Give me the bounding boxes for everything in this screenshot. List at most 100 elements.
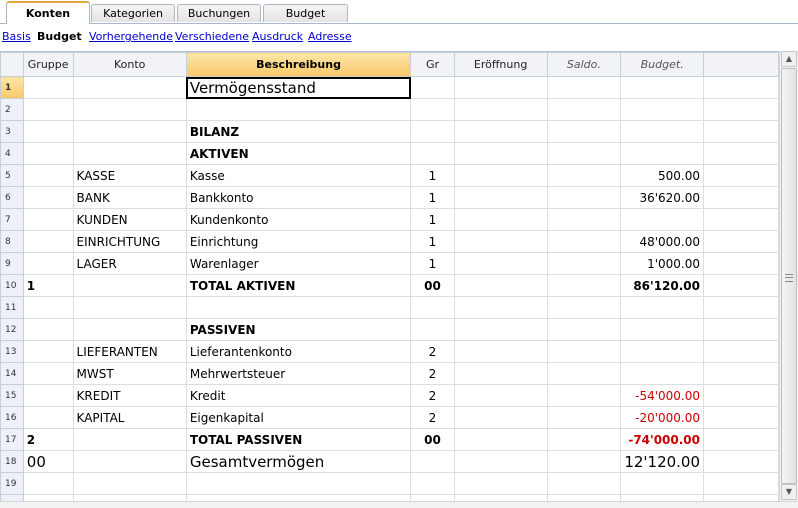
column-header-gruppe[interactable]: Gruppe (22, 52, 74, 77)
row-number[interactable]: 13 (0, 340, 24, 363)
cell-saldo[interactable] (546, 274, 622, 297)
tab-konten[interactable]: Konten (6, 1, 90, 24)
tab-buchungen[interactable]: Buchungen (177, 4, 261, 22)
cell-konto[interactable]: KUNDEN (72, 208, 187, 231)
cell-saldo[interactable] (546, 384, 622, 407)
cell-gr[interactable]: 1 (410, 186, 455, 209)
cell-eroeffnung[interactable] (453, 164, 548, 187)
cell-saldo[interactable] (546, 318, 622, 341)
cell-gr[interactable]: 1 (410, 164, 455, 187)
row-number[interactable]: 9 (0, 252, 24, 275)
cell-gruppe[interactable]: 1 (22, 274, 74, 297)
cell-gr[interactable]: 2 (410, 362, 455, 385)
column-header-saldo[interactable]: Saldo. (546, 52, 622, 77)
cell-budget[interactable]: 500.00 (620, 164, 705, 187)
row-number[interactable]: 4 (0, 142, 24, 165)
cell-budget[interactable] (620, 98, 705, 121)
cell-gruppe[interactable] (22, 208, 74, 231)
cell-gr[interactable] (410, 472, 455, 495)
cell-eroeffnung[interactable] (453, 318, 548, 341)
cell-beschreibung[interactable]: BILANZ (185, 120, 412, 143)
view-link-adresse[interactable]: Adresse (308, 30, 352, 43)
row-number[interactable]: 2 (0, 98, 24, 121)
cell-gr[interactable] (410, 98, 455, 121)
cell-gr[interactable]: 2 (410, 384, 455, 407)
cell-gr[interactable]: 2 (410, 340, 455, 363)
cell-gruppe[interactable] (22, 472, 74, 495)
cell-saldo[interactable] (546, 428, 622, 451)
row-number[interactable]: 12 (0, 318, 24, 341)
cell-budget[interactable] (620, 120, 705, 143)
scroll-up-arrow-icon[interactable]: ▲ (781, 51, 797, 67)
cell-budget[interactable]: 48'000.00 (620, 230, 705, 253)
cell-eroeffnung[interactable] (453, 208, 548, 231)
view-link-vorhergehende[interactable]: Vorhergehende (89, 30, 173, 43)
cell-beschreibung[interactable]: PASSIVEN (185, 318, 412, 341)
cell-gruppe[interactable] (22, 186, 74, 209)
row-number[interactable]: 5 (0, 164, 24, 187)
cell-eroeffnung[interactable] (453, 230, 548, 253)
cell-konto[interactable] (72, 98, 187, 121)
cell-saldo[interactable] (546, 230, 622, 253)
cell-beschreibung[interactable]: Vermögensstand (185, 76, 412, 99)
column-header-konto[interactable]: Konto (72, 52, 187, 77)
cell-eroeffnung[interactable] (453, 186, 548, 209)
row-number[interactable]: 10 (0, 274, 24, 297)
cell-beschreibung[interactable]: AKTIVEN (185, 142, 412, 165)
cell-eroeffnung[interactable] (453, 406, 548, 429)
cell-gruppe[interactable] (22, 142, 74, 165)
cell-gruppe[interactable]: 2 (22, 428, 74, 451)
cell-gr[interactable] (410, 142, 455, 165)
cell-konto[interactable] (72, 274, 187, 297)
cell-gr[interactable]: 1 (410, 208, 455, 231)
cell-eroeffnung[interactable] (453, 142, 548, 165)
cell-eroeffnung[interactable] (453, 472, 548, 495)
cell-konto[interactable] (72, 120, 187, 143)
cell-konto[interactable]: LIEFERANTEN (72, 340, 187, 363)
cell-budget[interactable]: -20'000.00 (620, 406, 705, 429)
cell-budget[interactable] (620, 142, 705, 165)
row-number[interactable]: 1 (0, 76, 24, 99)
column-header-gr[interactable]: Gr (410, 52, 455, 77)
cell-gruppe[interactable]: 00 (22, 450, 74, 473)
cell-konto[interactable] (72, 142, 187, 165)
cell-beschreibung[interactable]: Einrichtung (185, 230, 412, 253)
cell-budget[interactable] (620, 296, 705, 319)
cell-gruppe[interactable] (22, 384, 74, 407)
cell-gr[interactable]: 1 (410, 252, 455, 275)
cell-saldo[interactable] (546, 186, 622, 209)
cell-konto[interactable] (72, 450, 187, 473)
cell-budget[interactable]: 36'620.00 (620, 186, 705, 209)
cell-konto[interactable] (72, 296, 187, 319)
cell-eroeffnung[interactable] (453, 296, 548, 319)
cell-saldo[interactable] (546, 362, 622, 385)
cell-budget[interactable]: 1'000.00 (620, 252, 705, 275)
tab-budget[interactable]: Budget (263, 4, 348, 22)
row-number[interactable]: 14 (0, 362, 24, 385)
cell-budget[interactable] (620, 76, 705, 99)
cell-eroeffnung[interactable] (453, 450, 548, 473)
cell-gruppe[interactable] (22, 98, 74, 121)
cell-konto[interactable]: KAPITAL (72, 406, 187, 429)
cell-budget[interactable]: -74'000.00 (620, 428, 705, 451)
row-number[interactable]: 3 (0, 120, 24, 143)
cell-gruppe[interactable] (22, 252, 74, 275)
cell-beschreibung[interactable]: Kasse (185, 164, 412, 187)
vertical-scrollbar[interactable]: ▲ ▼ (779, 51, 798, 501)
corner-cell[interactable] (0, 52, 24, 77)
cell-eroeffnung[interactable] (453, 362, 548, 385)
cell-saldo[interactable] (546, 450, 622, 473)
cell-eroeffnung[interactable] (453, 76, 548, 99)
cell-beschreibung[interactable] (185, 296, 412, 319)
cell-gr[interactable] (410, 76, 455, 99)
cell-beschreibung[interactable]: Mehrwertsteuer (185, 362, 412, 385)
cell-gr[interactable]: 00 (410, 428, 455, 451)
cell-konto[interactable] (72, 76, 187, 99)
cell-eroeffnung[interactable] (453, 428, 548, 451)
row-number[interactable]: 8 (0, 230, 24, 253)
cell-gr[interactable] (410, 450, 455, 473)
cell-budget[interactable] (620, 362, 705, 385)
view-link-ausdruck[interactable]: Ausdruck (252, 30, 303, 43)
cell-gruppe[interactable] (22, 340, 74, 363)
cell-gr[interactable]: 2 (410, 406, 455, 429)
